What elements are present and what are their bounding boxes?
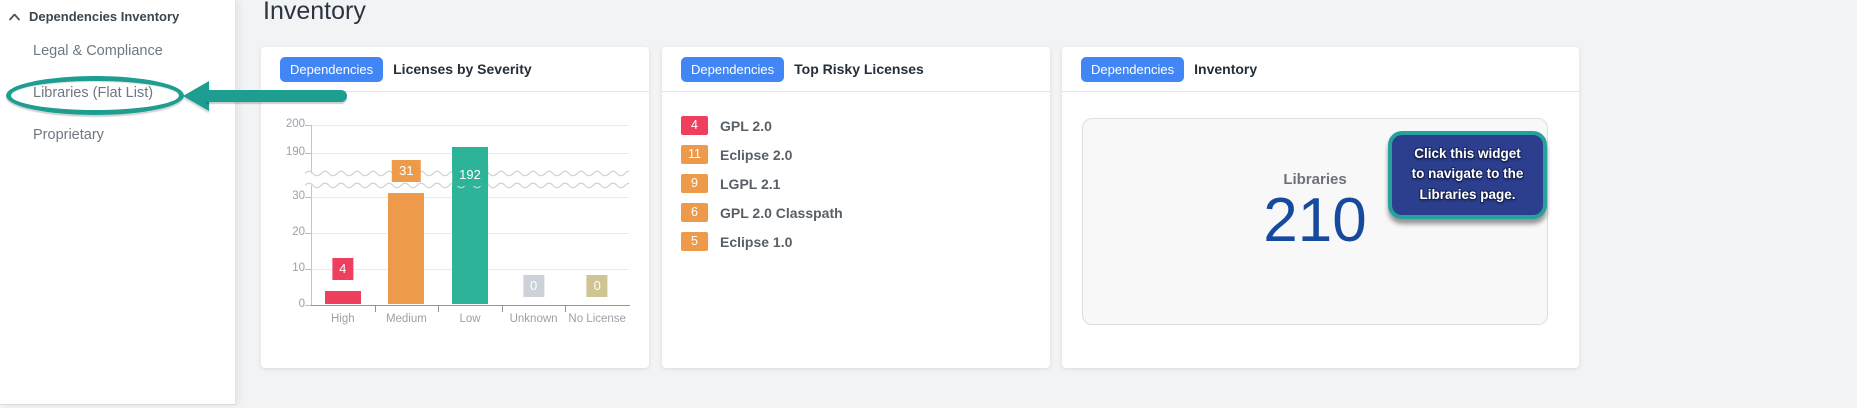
sidebar-section-label: Dependencies Inventory [29, 9, 179, 24]
license-count-badge: 6 [681, 203, 708, 222]
card-header: Dependencies Top Risky Licenses [662, 47, 1050, 92]
bar-value-label: 4 [332, 258, 353, 280]
y-axis-tick-label: 200 [269, 118, 305, 130]
license-name: Eclipse 1.0 [720, 234, 792, 250]
card-title: Top Risky Licenses [794, 61, 924, 77]
risky-license-row[interactable]: 9 LGPL 2.1 [681, 173, 1050, 194]
license-name: Eclipse 2.0 [720, 147, 792, 163]
license-name: GPL 2.0 [720, 118, 772, 134]
bar-value-label: 0 [523, 275, 544, 297]
card-inventory: Dependencies Inventory Libraries 210 Cli… [1062, 47, 1579, 368]
risky-license-row[interactable]: 4 GPL 2.0 [681, 115, 1050, 136]
tooltip-callout: Click this widget to navigate to the Lib… [1388, 131, 1547, 219]
chevron-up-icon [9, 13, 20, 21]
x-axis-category-label: High [314, 313, 372, 326]
license-count-badge: 4 [681, 116, 708, 135]
card-title: Inventory [1194, 61, 1257, 77]
page-title: Inventory [263, 0, 366, 26]
risky-license-row[interactable]: 6 GPL 2.0 Classpath [681, 202, 1050, 223]
y-axis-tick-label: 190 [269, 146, 305, 158]
y-axis-tick-label: 0 [269, 298, 305, 310]
sidebar: Dependencies Inventory Legal & Complianc… [0, 0, 236, 405]
x-axis-tick [565, 306, 566, 312]
x-axis-category-label: Low [441, 313, 499, 326]
bar-high [325, 291, 361, 304]
risky-license-row[interactable]: 5 Eclipse 1.0 [681, 231, 1050, 252]
tooltip-text: Libraries page. [1396, 185, 1539, 205]
x-axis-tick [502, 306, 503, 312]
dependencies-badge: Dependencies [1081, 57, 1184, 82]
y-axis-tick-label: 30 [269, 190, 305, 202]
x-axis-tick [375, 306, 376, 312]
bar-medium [388, 193, 424, 304]
x-axis [311, 305, 630, 306]
license-count-badge: 5 [681, 232, 708, 251]
card-top-risky-licenses: Dependencies Top Risky Licenses 4 GPL 2.… [662, 47, 1050, 368]
arrow-shaft [206, 90, 347, 102]
card-header: Dependencies Inventory [1062, 47, 1579, 92]
risky-licenses-list: 4 GPL 2.0 11 Eclipse 2.0 9 LGPL 2.1 6 GP… [662, 92, 1050, 252]
sidebar-item-proprietary[interactable]: Proprietary [0, 114, 235, 156]
tooltip-text: to navigate to the [1396, 164, 1539, 184]
app-root: Dependencies Inventory Legal & Complianc… [0, 0, 1857, 408]
y-axis-tick-label: 10 [269, 262, 305, 274]
license-name: GPL 2.0 Classpath [720, 205, 843, 221]
gridline [311, 125, 629, 126]
license-count-badge: 9 [681, 174, 708, 193]
risky-license-row[interactable]: 11 Eclipse 2.0 [681, 144, 1050, 165]
highlight-oval-annotation [6, 76, 184, 115]
dependencies-badge: Dependencies [681, 57, 784, 82]
bar-value-label: 0 [587, 275, 608, 297]
y-axis-tick-label: 20 [269, 226, 305, 238]
bar-value-label: 31 [392, 160, 420, 182]
license-name: LGPL 2.1 [720, 176, 780, 192]
x-axis-category-label: Unknown [505, 313, 563, 326]
x-axis-tick [438, 306, 439, 312]
license-count-badge: 11 [681, 145, 708, 164]
x-axis-category-label: No License [568, 313, 626, 326]
x-axis-category-label: Medium [377, 313, 435, 326]
y-axis [311, 125, 312, 305]
tooltip-text: Click this widget [1396, 144, 1539, 164]
sidebar-item-legal-compliance[interactable]: Legal & Compliance [0, 30, 235, 72]
bar-value-label: 192 [452, 164, 488, 186]
sidebar-section-dependencies-inventory[interactable]: Dependencies Inventory [0, 0, 235, 30]
